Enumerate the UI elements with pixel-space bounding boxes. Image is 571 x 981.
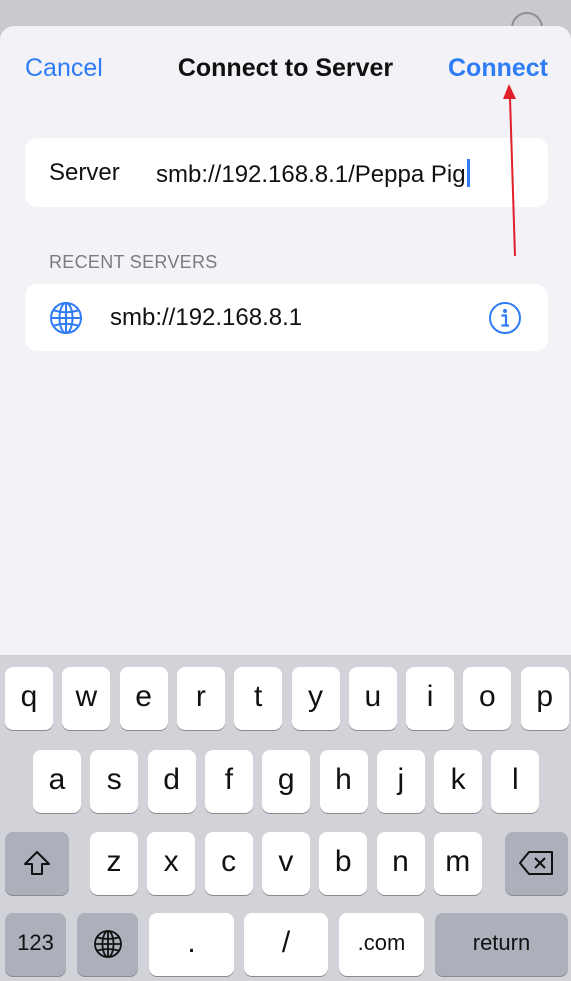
key-h[interactable]: h [319, 750, 368, 813]
key-p[interactable]: p [520, 667, 569, 730]
slash-key[interactable]: / [244, 913, 328, 976]
return-key[interactable]: return [435, 913, 568, 976]
key-q[interactable]: q [5, 667, 53, 730]
connect-button[interactable]: Connect [448, 54, 548, 83]
key-o[interactable]: o [463, 667, 512, 730]
onscreen-keyboard: qwertyuiop asdfghjkl zxcvbnm 123 . / .co… [0, 655, 571, 981]
language-key[interactable] [77, 913, 138, 976]
info-icon[interactable] [488, 301, 522, 335]
server-field-label: Server [49, 159, 120, 186]
key-y[interactable]: y [291, 667, 340, 730]
globe-icon [93, 930, 122, 958]
key-u[interactable]: u [348, 667, 397, 730]
key-g[interactable]: g [262, 750, 311, 813]
key-z[interactable]: z [90, 832, 138, 895]
delete-key[interactable] [505, 832, 568, 895]
dotcom-key[interactable]: .com [339, 913, 424, 976]
screen: Cancel Connect to Server Connect Server … [0, 0, 571, 981]
key-r[interactable]: r [176, 667, 225, 730]
server-address-input[interactable]: smb://192.168.8.1/Peppa Pig [156, 159, 470, 189]
text-cursor [466, 159, 470, 187]
recent-server-row[interactable]: smb://192.168.8.1 [25, 284, 548, 351]
key-m[interactable]: m [433, 832, 482, 895]
dot-key[interactable]: . [149, 913, 234, 976]
navigation-bar: Cancel Connect to Server Connect [0, 26, 571, 112]
globe-icon [50, 302, 82, 334]
recent-server-address: smb://192.168.8.1 [110, 304, 303, 331]
numbers-key[interactable]: 123 [5, 913, 66, 976]
key-a[interactable]: a [33, 750, 81, 813]
key-e[interactable]: e [119, 667, 168, 730]
key-b[interactable]: b [319, 832, 368, 895]
key-k[interactable]: k [434, 750, 483, 813]
recent-servers-header: RECENT SERVERS [49, 252, 218, 272]
key-d[interactable]: d [147, 750, 196, 813]
delete-icon [518, 851, 553, 875]
shift-key[interactable] [5, 832, 69, 895]
key-l[interactable]: l [491, 750, 540, 813]
key-c[interactable]: c [204, 832, 253, 895]
key-w[interactable]: w [62, 667, 111, 730]
key-x[interactable]: x [147, 832, 196, 895]
server-address-value: smb://192.168.8.1/Peppa Pig [156, 161, 466, 188]
shift-icon [24, 851, 50, 875]
key-i[interactable]: i [406, 667, 455, 730]
connect-to-server-sheet: Cancel Connect to Server Connect Server … [0, 26, 571, 666]
server-field-card[interactable]: Server smb://192.168.8.1/Peppa Pig [25, 138, 548, 207]
key-j[interactable]: j [376, 750, 425, 813]
key-s[interactable]: s [90, 750, 139, 813]
key-v[interactable]: v [261, 832, 310, 895]
key-n[interactable]: n [376, 832, 425, 895]
key-f[interactable]: f [204, 750, 253, 813]
key-t[interactable]: t [234, 667, 283, 730]
